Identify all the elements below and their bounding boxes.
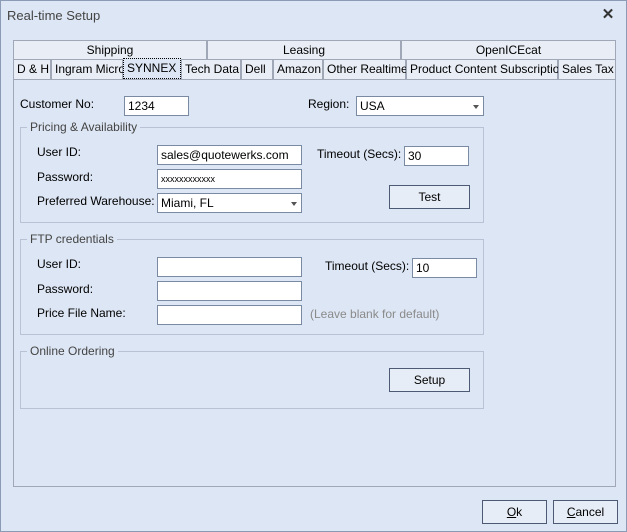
region-value: USA <box>360 99 385 113</box>
tab-ingram-micro[interactable]: Ingram Micro <box>51 59 126 79</box>
synnex-panel: Customer No: 1234 Region: USA Pricing & … <box>13 79 616 487</box>
tab-label: Amazon <box>277 62 322 76</box>
ftp-user-id-label: User ID: <box>37 257 82 271</box>
title-bar: Real-time Setup ✕ <box>1 1 626 31</box>
real-time-setup-window: Real-time Setup ✕ Shipping Leasing OpenI… <box>0 0 627 532</box>
chevron-down-icon <box>291 202 297 206</box>
pricing-user-id-label: User ID: <box>37 145 82 159</box>
tab-dandh[interactable]: D & H <box>13 59 51 79</box>
pricing-password-label: Password: <box>37 170 94 184</box>
tab-label: Product Content Subscription <box>410 62 567 76</box>
price-file-name-label: Price File Name: <box>37 306 126 320</box>
tab-label: Leasing <box>282 43 326 57</box>
pricing-availability-group: Pricing & Availability User ID: sales@qu… <box>20 120 484 223</box>
tab-label: Sales Tax <box>562 62 614 76</box>
tab-amazon[interactable]: Amazon <box>273 59 323 79</box>
setup-button[interactable]: Setup <box>389 368 470 392</box>
tab-label: D & H <box>17 62 50 76</box>
chevron-down-icon <box>473 105 479 109</box>
window-title: Real-time Setup <box>7 8 101 23</box>
warehouse-value: Miami, FL <box>161 196 214 210</box>
preferred-warehouse-select[interactable]: Miami, FL <box>157 193 302 213</box>
region-label: Region: <box>308 97 350 111</box>
ftp-timeout-label: Timeout (Secs): <box>325 259 410 273</box>
ordering-group-title: Online Ordering <box>27 344 118 358</box>
cancel-label: ancel <box>575 505 605 519</box>
tab-dell[interactable]: Dell <box>241 59 273 79</box>
ok-label: k <box>516 505 523 519</box>
ftp-password-label: Password: <box>37 282 94 296</box>
price-file-hint: (Leave blank for default) <box>310 307 440 321</box>
ftp-password-input[interactable] <box>157 281 302 301</box>
tab-sales-tax[interactable]: Sales Tax <box>558 59 616 79</box>
tab-label: SYNNEX <box>127 61 177 75</box>
tab-label: OpenICEcat <box>475 43 542 57</box>
online-ordering-group: Online Ordering Setup <box>20 344 484 409</box>
pricing-group-title: Pricing & Availability <box>27 120 141 134</box>
ftp-credentials-group: FTP credentials User ID: Password: Price… <box>20 232 484 335</box>
pricing-password-input[interactable]: xxxxxxxxxxxx <box>157 169 302 189</box>
customer-no-input[interactable]: 1234 <box>124 96 189 116</box>
tab-product-content-subscription[interactable]: Product Content Subscription <box>406 59 566 79</box>
tab-label: Other Realtime <box>327 62 408 76</box>
cancel-button[interactable]: Cancel <box>553 500 618 524</box>
tab-label: Dell <box>245 62 266 76</box>
customer-no-label: Customer No: <box>20 97 95 111</box>
tab-synnex[interactable]: SYNNEX <box>123 58 181 79</box>
region-select[interactable]: USA <box>356 96 484 116</box>
tab-openicecat[interactable]: OpenICEcat <box>401 40 616 59</box>
tab-shipping[interactable]: Shipping <box>13 40 207 59</box>
preferred-warehouse-label: Preferred Warehouse: <box>37 194 155 208</box>
tab-label: Tech Data <box>185 62 240 76</box>
ftp-timeout-input[interactable]: 10 <box>412 258 477 278</box>
pricing-timeout-label: Timeout (Secs): <box>317 147 402 161</box>
test-button[interactable]: Test <box>389 185 470 209</box>
price-file-name-input[interactable] <box>157 305 302 325</box>
tab-tech-data[interactable]: Tech Data <box>181 59 241 79</box>
ok-mnemonic: O <box>506 505 517 519</box>
pricing-user-id-input[interactable]: sales@quotewerks.com <box>157 145 302 165</box>
ftp-user-id-input[interactable] <box>157 257 302 277</box>
tab-leasing[interactable]: Leasing <box>207 40 401 59</box>
pricing-timeout-input[interactable]: 30 <box>404 146 469 166</box>
ftp-group-title: FTP credentials <box>27 232 117 246</box>
tab-label: Shipping <box>86 43 134 57</box>
close-icon[interactable]: ✕ <box>598 5 618 25</box>
ok-button[interactable]: Ok <box>482 500 547 524</box>
tab-other-realtime[interactable]: Other Realtime <box>323 59 408 79</box>
tab-label: Ingram Micro <box>55 62 126 76</box>
